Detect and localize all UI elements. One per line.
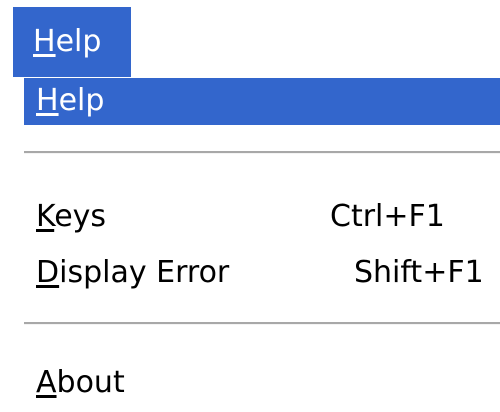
menubar-help-mnemonic: H: [33, 24, 56, 59]
menu-item-help-label: Help: [36, 86, 104, 116]
menu-item-help[interactable]: Help: [24, 78, 500, 125]
menu-item-keys[interactable]: Keys Ctrl+F1: [24, 202, 500, 242]
menubar-help[interactable]: Help: [13, 7, 131, 77]
menu-item-display-error-text: isplay Error: [59, 255, 230, 290]
menu-item-about[interactable]: About: [24, 368, 500, 408]
menu-item-help-text: elp: [58, 83, 105, 118]
menu-item-help-mnemonic: H: [36, 83, 59, 118]
menu-separator: [24, 322, 500, 325]
menu-item-keys-mnemonic: K: [36, 199, 55, 234]
menubar-help-label: elp: [55, 24, 102, 59]
menu-item-about-label: About: [36, 368, 125, 398]
menu-item-keys-shortcut: Ctrl+F1: [330, 199, 445, 234]
menu-item-display-error-shortcut: Shift+F1: [354, 255, 484, 290]
menu-item-keys-text: eys: [54, 199, 107, 234]
menu-item-display-error[interactable]: Display Error Shift+F1: [24, 258, 500, 298]
menu-separator: [24, 151, 500, 154]
menu-item-display-error-mnemonic: D: [36, 255, 60, 290]
menu-item-keys-label: Keys: [36, 202, 106, 232]
menu-item-display-error-label: Display Error: [36, 258, 229, 288]
help-dropdown-menu: [0, 77, 500, 412]
menu-item-about-text: bout: [56, 365, 125, 400]
menu-item-about-mnemonic: A: [36, 365, 57, 400]
